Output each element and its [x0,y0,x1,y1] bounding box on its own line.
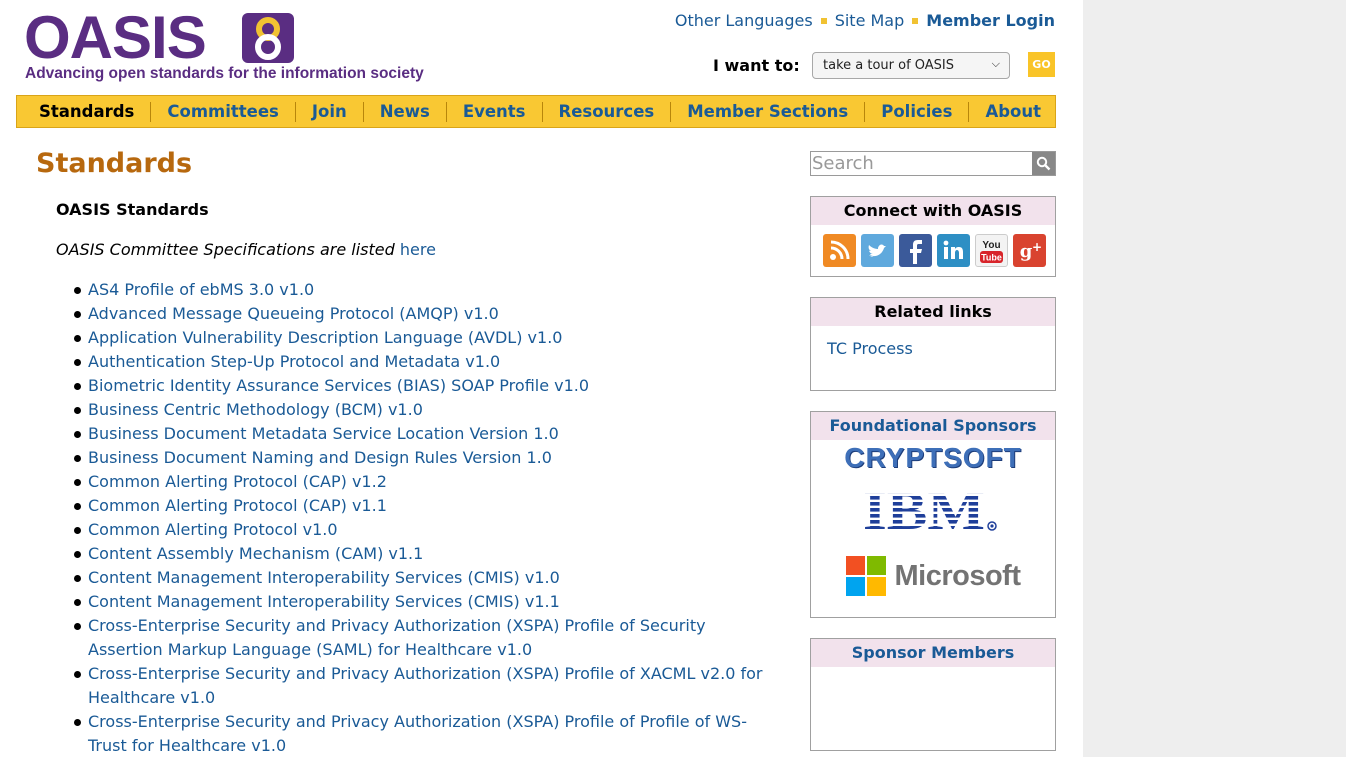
list-item: Biometric Identity Assurance Services (B… [72,374,772,398]
nav-news[interactable]: News [362,101,446,122]
list-item: Common Alerting Protocol v1.0 [72,518,772,542]
standard-link[interactable]: Cross-Enterprise Security and Privacy Au… [88,616,706,659]
list-item: Content Management Interoperability Serv… [72,590,772,614]
nav-events[interactable]: Events [445,101,542,122]
nav-about[interactable]: About [968,101,1057,122]
standards-list: AS4 Profile of ebMS 3.0 v1.0 Advanced Me… [72,278,772,757]
nav-policies[interactable]: Policies [864,101,968,122]
list-item: Business Document Naming and Design Rule… [72,446,772,470]
cs-note-text: OASIS Committee Specifications are liste… [56,240,400,259]
standard-link[interactable]: Content Management Interoperability Serv… [88,592,560,611]
top-links: Other Languages Site Map Member Login [675,11,1055,30]
cs-here-link[interactable]: here [400,240,436,259]
chevron-down-icon: ⌵ [991,57,1000,70]
separator-icon [820,17,827,24]
section-title: OASIS Standards [56,200,209,219]
site-map-link[interactable]: Site Map [835,11,905,30]
microsoft-logo[interactable]: Microsoft [811,556,1055,596]
nav-join[interactable]: Join [294,101,363,122]
standard-link[interactable]: Common Alerting Protocol (CAP) v1.1 [88,496,387,515]
microsoft-wordmark: Microsoft [894,559,1022,592]
list-item: Cross-Enterprise Security and Privacy Au… [72,662,772,710]
social-icons: You Tube g + [811,225,1055,267]
standard-link[interactable]: Common Alerting Protocol (CAP) v1.2 [88,472,387,491]
standard-link[interactable]: Application Vulnerability Description La… [88,328,562,347]
nav-committees[interactable]: Committees [150,101,294,122]
list-item: Common Alerting Protocol (CAP) v1.1 [72,494,772,518]
main-nav: Standards Committees Join News Events Re… [16,95,1056,128]
oasis-logo-icon [242,13,294,63]
list-item: Advanced Message Queueing Protocol (AMQP… [72,302,772,326]
oasis-logo[interactable]: OASIS Advancing open standards for the i… [24,8,484,88]
list-item: Common Alerting Protocol (CAP) v1.2 [72,470,772,494]
member-login-link[interactable]: Member Login [926,11,1055,30]
i-want-selected: take a tour of OASIS [823,58,955,73]
page-title: Standards [36,148,193,179]
standard-link[interactable]: Common Alerting Protocol v1.0 [88,520,338,539]
list-item: Content Management Interoperability Serv… [72,566,772,590]
sponsor-logos: CRYPTSOFT IBM Micro [811,442,1055,596]
standard-link[interactable]: Biometric Identity Assurance Services (B… [88,376,589,395]
youtube-icon[interactable]: You Tube [975,234,1008,267]
search-button[interactable] [1032,152,1055,175]
separator-icon [912,17,919,24]
standard-link[interactable]: Content Management Interoperability Serv… [88,568,560,587]
standard-link[interactable]: Content Assembly Mechanism (CAM) v1.1 [88,544,423,563]
svg-text:+: + [1032,240,1042,254]
svg-text:You: You [982,240,1000,251]
connect-box: Connect with OASIS You Tube g + [810,196,1056,277]
rss-icon[interactable] [823,234,856,267]
nav-standards[interactable]: Standards [23,102,150,122]
standard-link[interactable]: Advanced Message Queueing Protocol (AMQP… [88,304,499,323]
list-item: Content Assembly Mechanism (CAM) v1.1 [72,542,772,566]
search-icon [1036,156,1051,171]
logo-wordmark: OASIS [24,4,207,71]
i-want-select[interactable]: take a tour of OASIS ⌵ [812,52,1010,79]
committee-specs-note: OASIS Committee Specifications are liste… [56,240,436,259]
google-plus-icon[interactable]: g + [1013,234,1046,267]
list-item: Cross-Enterprise Security and Privacy Au… [72,614,772,662]
list-item: Application Vulnerability Description La… [72,326,772,350]
standard-link[interactable]: Business Document Metadata Service Locat… [88,424,559,443]
standard-link[interactable]: Business Document Naming and Design Rule… [88,448,552,467]
connect-title: Connect with OASIS [811,197,1055,225]
svg-text:g: g [1020,241,1033,262]
related-links-box: Related links TC Process [810,297,1056,391]
standard-link[interactable]: Business Centric Methodology (BCM) v1.0 [88,400,423,419]
sponsor-members-title: Sponsor Members [811,639,1055,667]
list-item: Cross-Enterprise Security and Privacy Au… [72,710,772,757]
twitter-icon[interactable] [861,234,894,267]
standard-link[interactable]: Cross-Enterprise Security and Privacy Au… [88,712,747,755]
go-button[interactable]: GO [1028,52,1055,77]
i-want-label: I want to: [713,56,800,75]
nav-resources[interactable]: Resources [541,101,671,122]
sponsor-members-box: Sponsor Members [810,638,1056,751]
related-links-title: Related links [811,298,1055,326]
foundational-sponsors-title: Foundational Sponsors [811,412,1055,440]
facebook-icon[interactable] [899,234,932,267]
ibm-logo-icon: IBM [863,484,997,536]
list-item: Business Document Metadata Service Locat… [72,422,772,446]
list-item: Business Centric Methodology (BCM) v1.0 [72,398,772,422]
list-item: Authentication Step-Up Protocol and Meta… [72,350,772,374]
windows-icon [845,556,886,596]
linkedin-icon[interactable] [937,234,970,267]
tc-process-link[interactable]: TC Process [827,339,913,358]
cryptsoft-logo[interactable]: CRYPTSOFT [811,442,1055,474]
standard-link[interactable]: Cross-Enterprise Security and Privacy Au… [88,664,762,707]
list-item: AS4 Profile of ebMS 3.0 v1.0 [72,278,772,302]
nav-member-sections[interactable]: Member Sections [670,101,864,122]
other-languages-link[interactable]: Other Languages [675,11,813,30]
search-box: Search [810,151,1056,176]
logo-tagline: Advancing open standards for the informa… [25,65,424,82]
related-links: TC Process [811,326,1055,358]
search-input[interactable]: Search [812,153,1032,175]
foundational-sponsors-box: Foundational Sponsors CRYPTSOFT IBM [810,411,1056,618]
page-gutter [1083,0,1346,757]
svg-text:Tube: Tube [981,253,1002,263]
ibm-logo[interactable]: IBM [863,484,1003,536]
standard-link[interactable]: Authentication Step-Up Protocol and Meta… [88,352,500,371]
standard-link[interactable]: AS4 Profile of ebMS 3.0 v1.0 [88,280,314,299]
